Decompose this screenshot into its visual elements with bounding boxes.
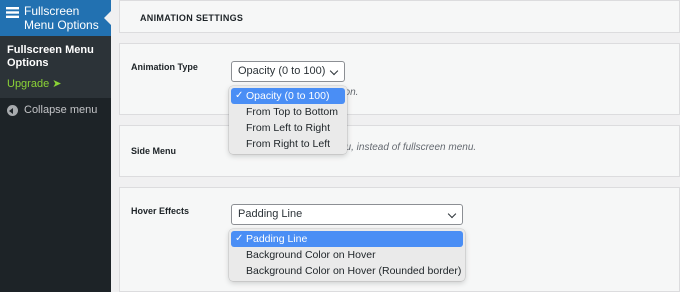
hover-effects-select[interactable]: Padding Line bbox=[231, 204, 463, 225]
hover-effects-label: Hover Effects bbox=[131, 206, 190, 216]
section-heading: ANIMATION SETTINGS bbox=[140, 13, 244, 23]
submenu-item-upgrade[interactable]: Upgrade ➤ bbox=[7, 78, 61, 91]
chevron-down-icon bbox=[329, 66, 339, 76]
sidebar-item-label: Fullscreen Menu Options bbox=[24, 4, 99, 32]
collapse-icon[interactable] bbox=[7, 105, 18, 116]
check-icon: ✓ bbox=[235, 90, 244, 101]
hover-option-padding-line[interactable]: ✓ Padding Line bbox=[231, 231, 463, 247]
collapse-menu-button[interactable]: Collapse menu bbox=[24, 104, 97, 117]
animation-type-select[interactable]: Opacity (0 to 100) bbox=[231, 61, 345, 82]
option-label: From Right to Left bbox=[246, 138, 331, 150]
option-label: Opacity (0 to 100) bbox=[246, 90, 330, 102]
option-label: Background Color on Hover bbox=[246, 249, 376, 261]
option-label: From Top to Bottom bbox=[246, 106, 339, 118]
animation-type-label: Animation Type bbox=[131, 62, 198, 72]
animation-option-right-to-left[interactable]: From Right to Left bbox=[231, 136, 345, 152]
check-icon: ✓ bbox=[235, 233, 244, 244]
chevron-down-icon bbox=[447, 209, 457, 219]
sidebar-item-fullscreen-menu[interactable]: Fullscreen Menu Options bbox=[0, 0, 111, 36]
menu-icon bbox=[6, 7, 19, 18]
current-menu-arrow bbox=[104, 11, 111, 25]
animation-option-left-to-right[interactable]: From Left to Right bbox=[231, 120, 345, 136]
hover-effects-value: Padding Line bbox=[238, 208, 303, 220]
animation-option-top-to-bottom[interactable]: From Top to Bottom bbox=[231, 104, 345, 120]
submenu-item-options[interactable]: Fullscreen Menu Options bbox=[7, 44, 107, 70]
animation-type-panel bbox=[119, 43, 680, 115]
animation-option-opacity[interactable]: ✓ Opacity (0 to 100) bbox=[231, 88, 345, 104]
hover-option-background-color[interactable]: Background Color on Hover bbox=[231, 247, 463, 263]
side-menu-label: Side Menu bbox=[131, 146, 177, 156]
animation-type-value: Opacity (0 to 100) bbox=[238, 65, 326, 77]
hover-effects-dropdown: ✓ Padding Line Background Color on Hover… bbox=[229, 229, 465, 281]
option-label: Padding Line bbox=[246, 233, 308, 245]
admin-sidebar: Fullscreen Menu Options Fullscreen Menu … bbox=[0, 0, 111, 292]
sidebar-submenu: Fullscreen Menu Options Upgrade ➤ bbox=[0, 36, 111, 98]
side-menu-description: nu, instead of fullscreen menu. bbox=[340, 142, 477, 153]
option-label: Background Color on Hover (Rounded borde… bbox=[246, 265, 462, 277]
animation-type-dropdown: ✓ Opacity (0 to 100) From Top to Bottom … bbox=[229, 86, 347, 154]
hover-option-background-color-rounded[interactable]: Background Color on Hover (Rounded borde… bbox=[231, 263, 463, 279]
option-label: From Left to Right bbox=[246, 122, 331, 134]
